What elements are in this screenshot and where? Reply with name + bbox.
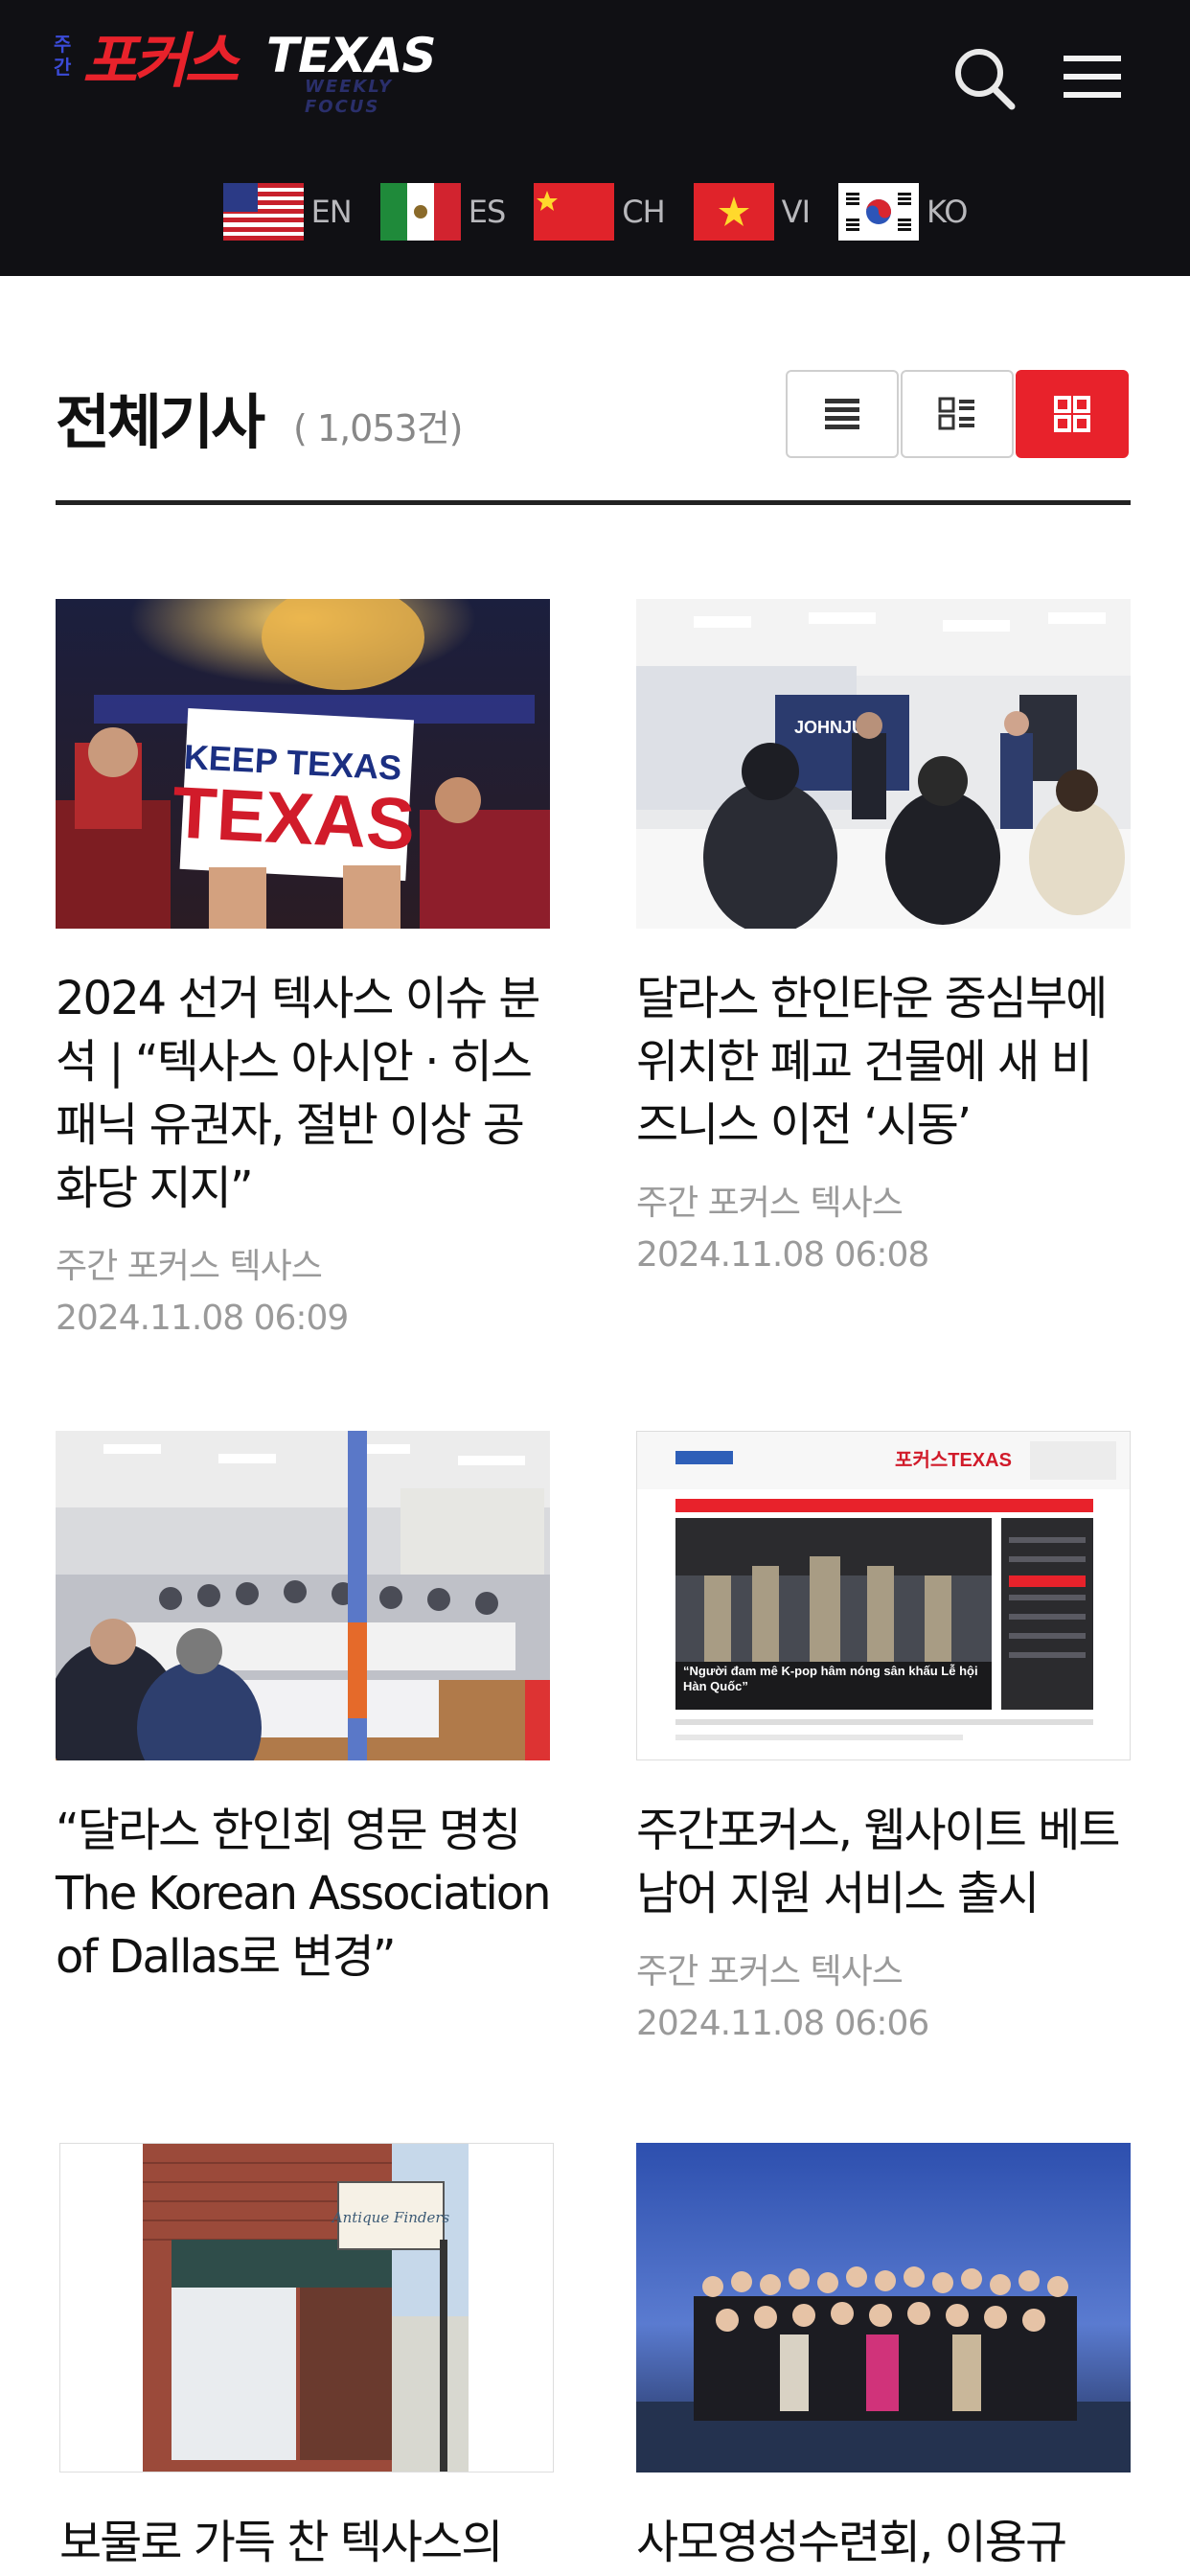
article-date: 2024.11.08 06:08 <box>636 1235 929 1275</box>
logo-subtitle: WEEKLY FOCUS <box>305 77 394 117</box>
article-card[interactable]: Antique Finders 보물로 가득 찬 텍사스의 <box>59 2143 554 2574</box>
top-header: 주간 포커스 TEXAS WEEKLY FOCUS EN ES CH VI KO <box>0 0 1190 276</box>
sign-text-bottom: TEXAS <box>171 771 417 865</box>
article-title[interactable]: 사모영성수련회, 이용규 <box>636 2511 1131 2574</box>
article-title[interactable]: 달라스 한인타운 중심부에 위치한 폐교 건물에 새 비즈니스 이전 ‘시동’ <box>636 967 1131 1157</box>
language-selector: EN ES CH VI KO <box>0 178 1190 245</box>
article-author: 주간 포커스 텍사스 <box>56 1247 323 1286</box>
article-title[interactable]: 주간포커스, 웹사이트 베트남어 지원 서비스 출시 <box>636 1799 1131 1925</box>
china-flag-icon <box>534 183 615 241</box>
article-title[interactable]: “달라스 한인회 영문 명칭 The Korean Association of… <box>56 1799 552 1989</box>
language-code: ES <box>468 194 507 230</box>
us-flag-icon <box>222 183 304 241</box>
language-vi[interactable]: VI <box>693 178 811 245</box>
group-photo <box>636 2143 1131 2472</box>
article-title[interactable]: 2024 선거 텍사스 이슈 분석 | “텍사스 아시안 · 히스패닉 유권자,… <box>56 967 550 1220</box>
mexico-flag-icon <box>379 183 461 241</box>
article-title[interactable]: 보물로 가득 찬 텍사스의 <box>59 2511 554 2574</box>
article-date: 2024.11.08 06:09 <box>56 1299 349 1338</box>
logo-vertical-text: 주간 <box>54 33 72 79</box>
article-card[interactable]: JOHNJUN 달라스 한인타운 중심부에 위치한 폐교 건물에 새 비즈니스 … <box>636 599 1131 1281</box>
article-card[interactable]: 포커스TEXAS “Người đam mê K-pop hâm nóng sâ… <box>636 1431 1131 2050</box>
rally-photo: KEEP TEXAS TEXAS <box>56 599 550 929</box>
store-sign-text: Antique Finders <box>331 2209 450 2226</box>
grid-view-button[interactable] <box>1016 370 1129 458</box>
article-author: 주간 포커스 텍사스 <box>636 1952 904 1991</box>
list-view-button[interactable] <box>786 370 899 458</box>
meeting-photo: JOHNJUN <box>636 599 1131 929</box>
article-thumbnail[interactable]: JOHNJUN <box>636 599 1131 929</box>
logo-english-text: TEXAS <box>266 28 437 83</box>
article-author: 주간 포커스 텍사스 <box>636 1184 904 1223</box>
article-count: ( 1,053건) <box>293 407 463 449</box>
article-thumbnail[interactable]: 포커스TEXAS “Người đam mê K-pop hâm nóng sâ… <box>636 1431 1131 1760</box>
article-date: 2024.11.08 06:06 <box>636 2004 929 2043</box>
section-divider <box>56 500 1131 505</box>
summary-view-button[interactable] <box>901 370 1014 458</box>
language-es[interactable]: ES <box>379 178 507 245</box>
logo-korean-text: 포커스 <box>82 26 239 96</box>
article-card[interactable]: 사모영성수련회, 이용규 <box>636 2143 1131 2574</box>
vietnam-flag-icon <box>693 183 774 241</box>
language-code: KO <box>927 194 968 230</box>
article-thumbnail[interactable]: Antique Finders <box>59 2143 554 2472</box>
language-ch[interactable]: CH <box>534 178 666 245</box>
antique-store-photo: Antique Finders <box>60 2144 553 2472</box>
language-code: VI <box>781 194 811 230</box>
site-logo[interactable]: 주간 포커스 TEXAS WEEKLY FOCUS <box>54 26 456 118</box>
menu-button[interactable] <box>1054 38 1131 115</box>
language-code: EN <box>310 194 353 230</box>
article-thumbnail[interactable]: KEEP TEXAS TEXAS <box>56 599 550 929</box>
list-view-icon <box>825 399 859 429</box>
association-meeting-photo <box>56 1431 550 1760</box>
hamburger-menu-icon <box>1064 56 1121 98</box>
website-screenshot: 포커스TEXAS “Người đam mê K-pop hâm nóng sâ… <box>637 1432 1130 1760</box>
article-thumbnail[interactable] <box>56 1431 550 1760</box>
article-card[interactable]: KEEP TEXAS TEXAS 2024 선거 텍사스 이슈 분석 | “텍사… <box>56 599 550 1345</box>
article-card[interactable]: “달라스 한인회 영문 명칭 The Korean Association of… <box>56 1431 552 1989</box>
search-button[interactable] <box>947 38 1023 115</box>
language-en[interactable]: EN <box>222 178 353 245</box>
screenshot-headline: “Người đam mê K-pop hâm nóng sân khấu Lễ… <box>683 1664 978 1693</box>
article-thumbnail[interactable] <box>636 2143 1131 2472</box>
page-title: 전체기사 <box>56 387 265 457</box>
screenshot-logo: 포커스TEXAS <box>895 1449 1012 1471</box>
language-code: CH <box>622 194 665 230</box>
grid-view-icon <box>1054 396 1090 432</box>
search-icon <box>955 49 1016 110</box>
korea-flag-icon <box>838 183 919 241</box>
summary-view-icon <box>938 397 974 430</box>
language-ko[interactable]: KO <box>838 178 968 245</box>
